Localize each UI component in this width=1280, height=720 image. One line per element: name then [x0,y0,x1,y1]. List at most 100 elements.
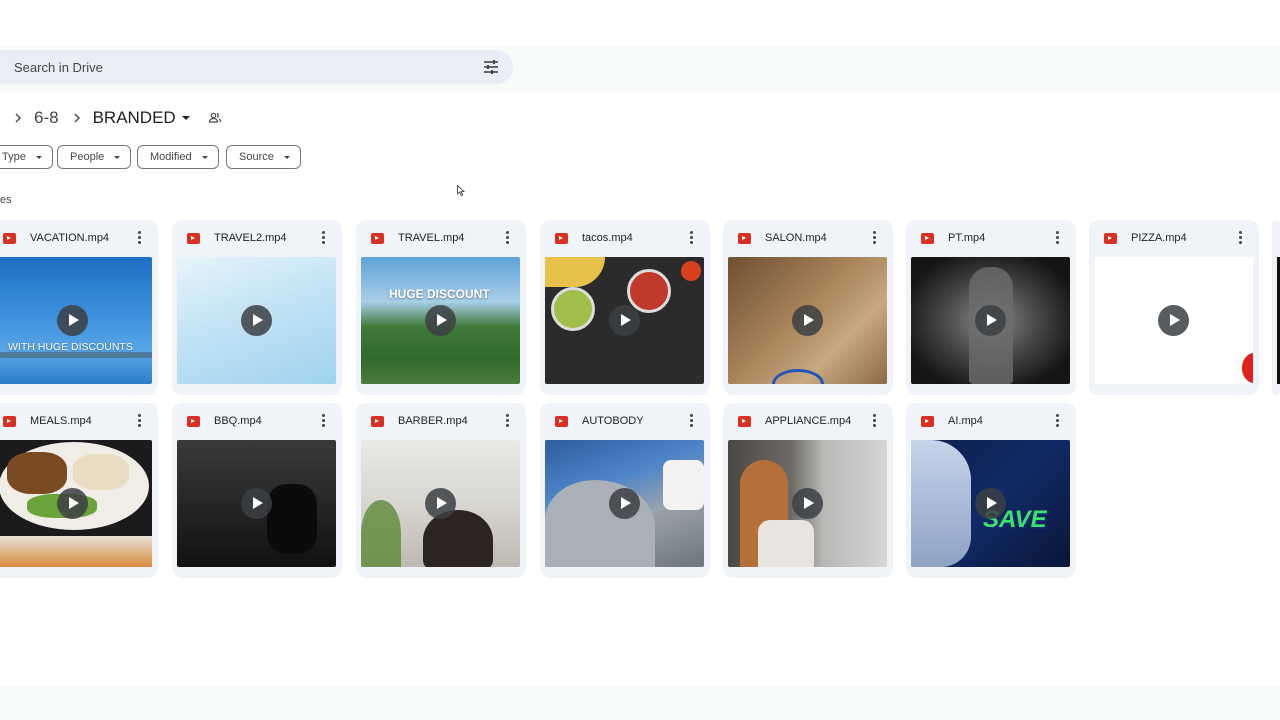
hair-shape [423,510,493,567]
file-card[interactable]: AI.mp4 SAVE [906,403,1076,578]
more-options-icon[interactable] [873,414,877,428]
file-card[interactable]: tacos.mp4 [540,220,710,395]
breadcrumb-parent[interactable]: 6-8 [34,108,59,128]
play-icon[interactable] [425,488,456,519]
video-file-icon [738,416,751,427]
glove-shape [267,484,317,554]
chevron-right-icon [15,113,21,123]
file-card[interactable]: PIZZA.mp4 [1089,220,1259,395]
file-card[interactable]: SALON.mp4 [723,220,893,395]
file-name: VACATION.mp4 [30,232,110,244]
more-options-icon[interactable] [690,231,694,245]
chevron-right-icon [74,113,80,123]
file-card-header: MEALS.mp4 [0,403,158,439]
play-icon[interactable] [1158,305,1189,336]
file-card[interactable]: PT.mp4 [906,220,1076,395]
more-options-icon[interactable] [690,414,694,428]
video-thumbnail[interactable] [1094,257,1253,384]
file-card[interactable]: TRAVEL.mp4 HUGE DISCOUNT [356,220,526,395]
file-card[interactable]: AUTOBODY [540,403,710,578]
more-options-icon[interactable] [138,414,142,428]
salsa-bowl-shape [627,269,671,313]
video-thumbnail[interactable]: SAVE [911,440,1070,567]
video-thumbnail[interactable] [728,257,887,384]
video-thumbnail[interactable] [911,257,1070,384]
play-icon[interactable] [241,488,272,519]
file-card[interactable]: VACATION.mp4 WITH HUGE DISCOUNTS [0,220,158,395]
filter-modified-chip[interactable]: Modified [137,145,219,169]
file-card-header: PT.mp4 [906,220,1076,256]
filter-type-chip[interactable]: Type [0,145,53,169]
file-card[interactable]: MEALS.mp4 [0,403,158,578]
person-shirt-shape [758,520,814,567]
shared-folder-icon[interactable] [208,111,222,125]
more-options-icon[interactable] [322,231,326,245]
more-options-icon[interactable] [873,231,877,245]
video-thumbnail[interactable] [545,440,704,567]
video-thumbnail[interactable] [0,440,152,567]
play-icon[interactable] [241,305,272,336]
play-icon[interactable] [609,488,640,519]
play-icon[interactable] [57,305,88,336]
file-card[interactable]: BBQ.mp4 [172,403,342,578]
caret-down-icon [201,155,208,159]
video-thumbnail[interactable] [728,440,887,567]
meat-shape [7,452,67,494]
file-card[interactable]: BARBER.mp4 [356,403,526,578]
video-file-icon [187,233,200,244]
search-bar[interactable]: Search in Drive [0,50,513,84]
file-name: MEALS.mp4 [30,415,92,427]
rice-shape [73,454,129,490]
file-card-header: BARBER.mp4 [356,403,526,439]
caret-down-icon [35,155,42,159]
video-file-icon [555,416,568,427]
file-card-partial[interactable] [1272,220,1280,395]
more-options-icon[interactable] [506,231,510,245]
breadcrumb-current[interactable]: BRANDED [93,108,190,128]
car-body-shape [545,480,655,567]
play-icon[interactable] [57,488,88,519]
video-file-icon [3,416,16,427]
file-name: APPLIANCE.mp4 [765,415,852,427]
breadcrumb: 6-8 BRANDED [0,104,222,132]
file-card[interactable]: TRAVEL2.mp4 [172,220,342,395]
video-thumbnail[interactable] [177,257,336,384]
more-options-icon[interactable] [506,414,510,428]
tomato-shape [681,261,701,281]
worker-shape [663,460,704,510]
play-icon[interactable] [425,305,456,336]
more-options-icon[interactable] [1056,414,1060,428]
video-file-icon [738,233,751,244]
play-icon[interactable] [792,488,823,519]
file-card-header: AI.mp4 [906,403,1076,439]
file-card-header: VACATION.mp4 [0,220,158,256]
filter-label: Type [2,151,26,163]
video-file-icon [371,416,384,427]
play-icon[interactable] [975,488,1006,519]
video-thumbnail[interactable] [545,257,704,384]
more-options-icon[interactable] [1239,231,1243,245]
caret-down-icon [114,155,121,159]
more-options-icon[interactable] [322,414,326,428]
video-thumbnail[interactable]: HUGE DISCOUNT [361,257,520,384]
video-file-icon [921,233,934,244]
thumbnail-caption: WITH HUGE DISCOUNTS [8,341,133,353]
play-icon[interactable] [975,305,1006,336]
video-thumbnail[interactable]: WITH HUGE DISCOUNTS [0,257,152,384]
file-name: tacos.mp4 [582,232,633,244]
file-name: TRAVEL2.mp4 [214,232,287,244]
play-icon[interactable] [609,305,640,336]
more-options-icon[interactable] [138,231,142,245]
search-input[interactable]: Search in Drive [14,60,103,75]
search-options-icon[interactable] [482,58,500,76]
filter-people-chip[interactable]: People [57,145,132,169]
video-file-icon [187,416,200,427]
filter-source-chip[interactable]: Source [226,145,301,169]
file-name: PIZZA.mp4 [1131,232,1187,244]
video-thumbnail[interactable] [361,440,520,567]
video-thumbnail[interactable] [177,440,336,567]
more-options-icon[interactable] [1056,231,1060,245]
file-card[interactable]: APPLIANCE.mp4 [723,403,893,578]
breadcrumb-current-label: BRANDED [92,108,176,127]
play-icon[interactable] [792,305,823,336]
